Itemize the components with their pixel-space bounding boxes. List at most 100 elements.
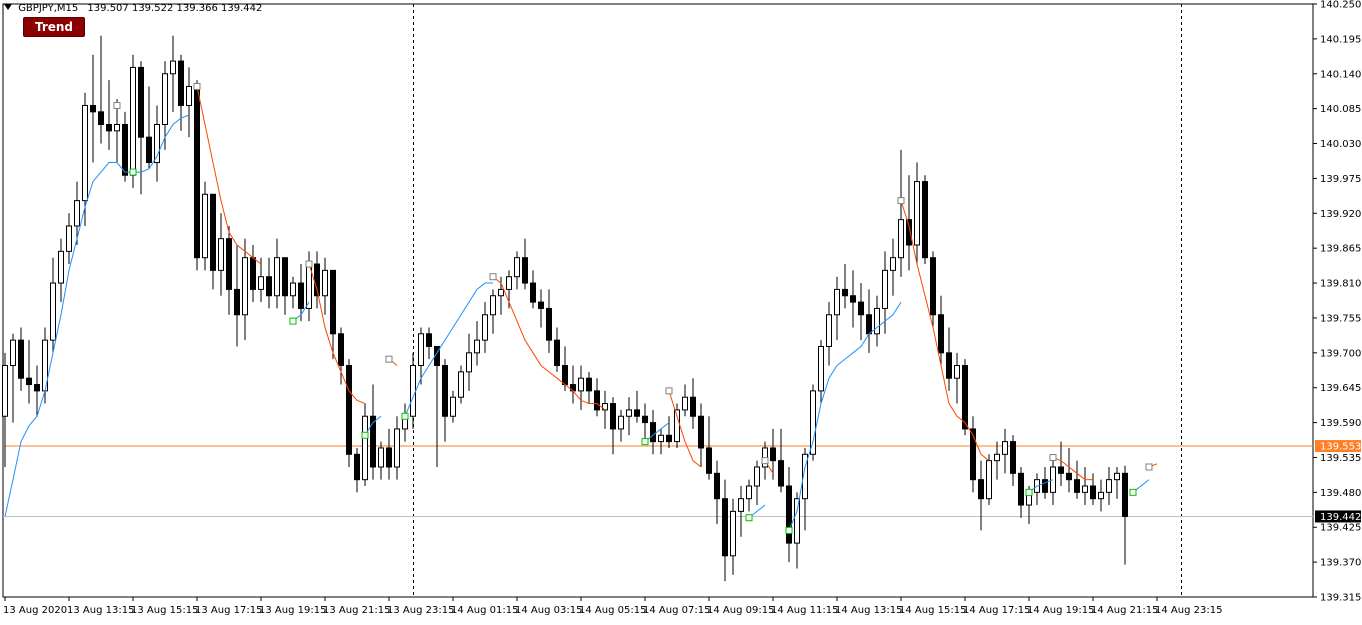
candle-body: [522, 257, 528, 284]
candle-body: [818, 345, 824, 392]
candle-body: [730, 510, 736, 557]
candle-body: [946, 352, 952, 379]
signal-marker-up: [289, 317, 297, 325]
y-tick-label-4: 140.030: [1320, 139, 1361, 150]
candle-body: [914, 181, 920, 246]
x-tick-label-18: 14 Aug 23:15: [1155, 605, 1222, 616]
x-tick-label-1: 13 Aug 13:15: [67, 605, 134, 616]
candle-body: [842, 288, 848, 297]
candle-body: [898, 219, 904, 259]
y-tick-label-10: 139.700: [1320, 348, 1361, 359]
candle-body: [690, 396, 696, 417]
chart-header: GBPJPY,M15 139.507 139.522 139.366 139.4…: [4, 3, 262, 14]
candle-body: [394, 428, 400, 468]
candle-body: [138, 66, 144, 138]
candle-body: [514, 257, 520, 278]
candle-body: [474, 339, 480, 354]
candle-body: [162, 73, 168, 126]
candle-body: [90, 104, 96, 113]
signal-marker-down: [385, 355, 393, 363]
x-tick-label-13: 14 Aug 13:15: [835, 605, 902, 616]
signal-marker-up: [129, 168, 137, 176]
signal-marker-up: [401, 412, 409, 420]
candle-body: [410, 365, 416, 417]
signal-marker-down: [761, 457, 769, 465]
candle-body: [658, 434, 664, 443]
symbol-label: GBPJPY,M15: [18, 3, 79, 14]
candle-body: [626, 409, 632, 417]
y-tick-label-16: 139.370: [1320, 558, 1361, 569]
candle-body: [994, 453, 1000, 462]
candle-body: [1090, 485, 1096, 500]
candle-body: [610, 403, 616, 430]
x-tick-label-2: 13 Aug 15:15: [131, 605, 198, 616]
candle-body: [330, 269, 336, 335]
candle-body: [50, 282, 56, 341]
y-tick-label-5: 139.975: [1320, 174, 1361, 185]
candle-body: [698, 415, 704, 449]
candle-body: [874, 307, 880, 335]
candle-body: [1098, 491, 1104, 500]
candle-body: [538, 301, 544, 309]
candle-body: [498, 288, 504, 297]
candle-body: [362, 415, 368, 481]
signal-marker-down: [1049, 453, 1057, 461]
x-tick-label-16: 14 Aug 19:15: [1027, 605, 1094, 616]
signal-marker-up: [1025, 488, 1033, 496]
candle-body: [850, 295, 856, 303]
candle-body: [186, 85, 192, 106]
candle-body: [490, 295, 496, 316]
candle-body: [922, 181, 928, 259]
candle-body: [890, 257, 896, 271]
candle-body: [962, 365, 968, 430]
candle-body: [202, 193, 208, 259]
candle-body: [930, 257, 936, 316]
candle-body: [770, 447, 776, 462]
candle-body: [106, 124, 112, 132]
candle-body: [322, 269, 328, 297]
candle-body: [882, 269, 888, 309]
price-chart[interactable]: 140.250 140.195 140.140 140.085 140.030 139.9…: [0, 0, 1362, 621]
x-tick-label-9: 14 Aug 05:15: [579, 605, 646, 616]
y-tick-label-6: 139.920: [1320, 209, 1361, 220]
current-price-badge-label: 139.442: [1320, 512, 1361, 523]
candle-body: [986, 460, 992, 500]
candle-body: [242, 257, 248, 316]
candle-body: [594, 390, 600, 411]
candle-body: [978, 479, 984, 500]
candle-body: [458, 371, 464, 398]
dropdown-triangle-icon[interactable]: [4, 4, 12, 10]
candle-body: [418, 333, 424, 367]
chart-area[interactable]: 140.250 140.195 140.140 140.085 140.030 139.9…: [0, 0, 1362, 621]
candle-body: [778, 460, 784, 487]
candle-body: [426, 333, 432, 347]
candle-body: [346, 365, 352, 455]
candle-body: [26, 377, 32, 386]
signal-marker-down: [113, 101, 121, 109]
signal-marker-down: [489, 273, 497, 281]
candle-body: [210, 193, 216, 271]
candle-body: [1018, 472, 1024, 506]
x-tick-label-5: 13 Aug 21:15: [323, 605, 390, 616]
candle-body: [194, 85, 200, 259]
y-tick-label-15: 139.425: [1320, 523, 1361, 534]
candle-body: [1122, 472, 1128, 517]
x-tick-label-7: 14 Aug 01:15: [451, 605, 518, 616]
candle-body: [66, 225, 72, 252]
candle-body: [226, 238, 232, 290]
candle-body: [642, 415, 648, 424]
candle-body: [338, 333, 344, 367]
x-tick-label-14: 14 Aug 15:15: [899, 605, 966, 616]
x-tick-label-0: 13 Aug 2020: [3, 605, 67, 616]
candle-body: [130, 66, 136, 176]
x-tick-label-12: 14 Aug 11:15: [771, 605, 838, 616]
signal-marker-up: [1129, 488, 1137, 496]
candle-body: [738, 498, 744, 512]
trend-button[interactable]: Trend: [23, 17, 85, 37]
candle-body: [786, 485, 792, 544]
candle-body: [370, 415, 376, 468]
trend-up-8-line: [1028, 479, 1054, 493]
candle-body: [810, 390, 816, 455]
candle-body: [2, 365, 8, 417]
candle-body: [18, 339, 24, 379]
